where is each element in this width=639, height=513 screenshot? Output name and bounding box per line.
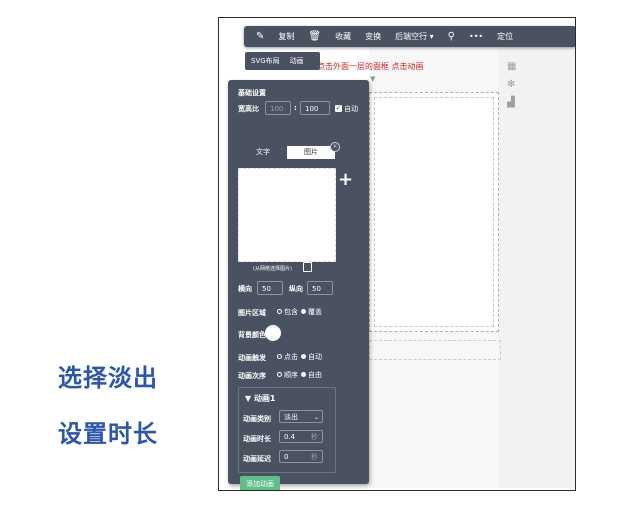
order-option-sequence: 顺序 [284,371,298,379]
caret-icon: ▼ [370,75,376,83]
spacing-dropdown[interactable]: 后端空行 ▾ [395,31,434,42]
animation-group: ▼ 动画1 动画类别 淡出 ⌄ 动画时长 0.4 秒 动画延迟 0 秒 [238,387,336,473]
trigger-label: 动画触发 [238,354,266,362]
horizontal-input[interactable]: 50 [257,281,283,295]
auto-checkbox[interactable]: ✓ [335,105,342,112]
artboard[interactable] [369,92,499,332]
bar-chart-icon[interactable]: ▟ [507,94,517,112]
trigger-option-click: 点击 [284,353,298,361]
ratio-width-input[interactable]: 100 [265,101,291,115]
bg-color-swatch[interactable] [265,325,281,341]
position-button[interactable]: 定位 [497,31,513,42]
copy-button[interactable]: 复制 [278,31,294,42]
vertical-input[interactable]: 50 [307,281,333,295]
anim-type-label: 动画类别 [243,415,271,423]
add-animation-button[interactable]: 添加动画 [240,476,280,490]
anim-type-select[interactable]: 淡出 ⌄ [279,410,323,423]
trigger-radio-click[interactable] [277,354,282,359]
app-window: 点击外面一层的面框 点击动画 ▼ ▦ ✻ ▟ ✎ 复制 🗑 收藏 变换 后端空行… [218,17,576,491]
artboard-inner-frame [374,97,494,327]
area-radio-cover[interactable] [301,309,306,314]
anim-duration-label: 动画时长 [243,435,271,443]
caption-line-2: 设置时长 [58,419,158,448]
trash-icon[interactable]: 🗑 [308,31,321,42]
chevron-down-icon: ⌄ [313,414,319,421]
anim-type-value: 淡出 [284,413,298,421]
tab-image[interactable]: 图片 [287,146,335,159]
transform-button[interactable]: 变换 [365,31,381,42]
area-label: 图片区域 [238,309,266,317]
top-toolbar: ✎ 复制 🗑 收藏 变换 后端空行 ▾ ⚲ ••• 定位 [244,26,575,47]
spacing-label: 后端空行 [395,32,428,41]
close-icon[interactable]: × [330,142,340,152]
ratio-height-input[interactable]: 100 [300,101,330,115]
vertical-label: 纵向 [289,285,303,293]
panel-title: 基础设置 [238,89,266,97]
grid-icon[interactable]: ▦ [507,58,517,76]
anim-delay-value: 0 [284,453,289,461]
order-label: 动画次序 [238,372,266,380]
tab-text[interactable]: 文字 [239,146,287,159]
order-option-free: 自由 [308,371,322,379]
more-icon[interactable]: ••• [469,32,483,41]
image-caption: (从网络选择图片) [253,266,292,272]
anim-duration-value: 0.4 [284,433,296,441]
caption-line-1: 选择淡出 [58,363,158,392]
side-icons: ▦ ✻ ▟ [507,58,517,112]
anim-delay-unit: 秒 [311,453,318,461]
sub-toolbar: SVG布局 动画 [245,52,320,70]
chevron-down-icon: ▾ [429,32,434,41]
area-option-contain: 包含 [284,308,298,316]
trash-icon[interactable] [303,262,312,272]
link-off-icon[interactable]: ⚲ [448,31,455,42]
content-tabs: 文字 图片 × [239,142,340,159]
settings-panel: 基础设置 宽高比 100 : 100 ✓ 自动 文字 图片 × + (从网络选择… [228,80,369,490]
hint-text: 点击外面一层的面框 点击动画 [317,62,424,71]
anim-duration-unit: 秒 [311,433,318,441]
ratio-label: 宽高比 [238,105,259,113]
add-image-icon[interactable]: + [338,169,353,190]
auto-label: 自动 [344,105,358,113]
image-upload-area[interactable] [238,168,336,262]
bg-color-label: 背景颜色 [238,331,266,339]
pin-icon[interactable]: ✎ [256,31,264,42]
placeholder-box [369,340,501,360]
area-option-cover: 覆盖 [308,308,322,316]
animation-tab[interactable]: 动画 [290,56,304,66]
ratio-separator: : [294,104,297,112]
anim-delay-input[interactable]: 0 秒 [279,450,323,463]
order-radio-sequence[interactable] [277,372,282,377]
trigger-radio-auto[interactable] [301,354,306,359]
svg-layout-tab[interactable]: SVG布局 [251,56,280,66]
horizontal-label: 横向 [238,285,252,293]
trigger-option-auto: 自动 [308,353,322,361]
anim-delay-label: 动画延迟 [243,455,271,463]
gear-icon[interactable]: ✻ [507,76,517,94]
anim-duration-input[interactable]: 0.4 秒 [279,430,323,443]
area-radio-contain[interactable] [277,309,282,314]
favorite-button[interactable]: 收藏 [335,31,351,42]
animation-title[interactable]: ▼ 动画1 [245,393,276,404]
order-radio-free[interactable] [301,372,306,377]
